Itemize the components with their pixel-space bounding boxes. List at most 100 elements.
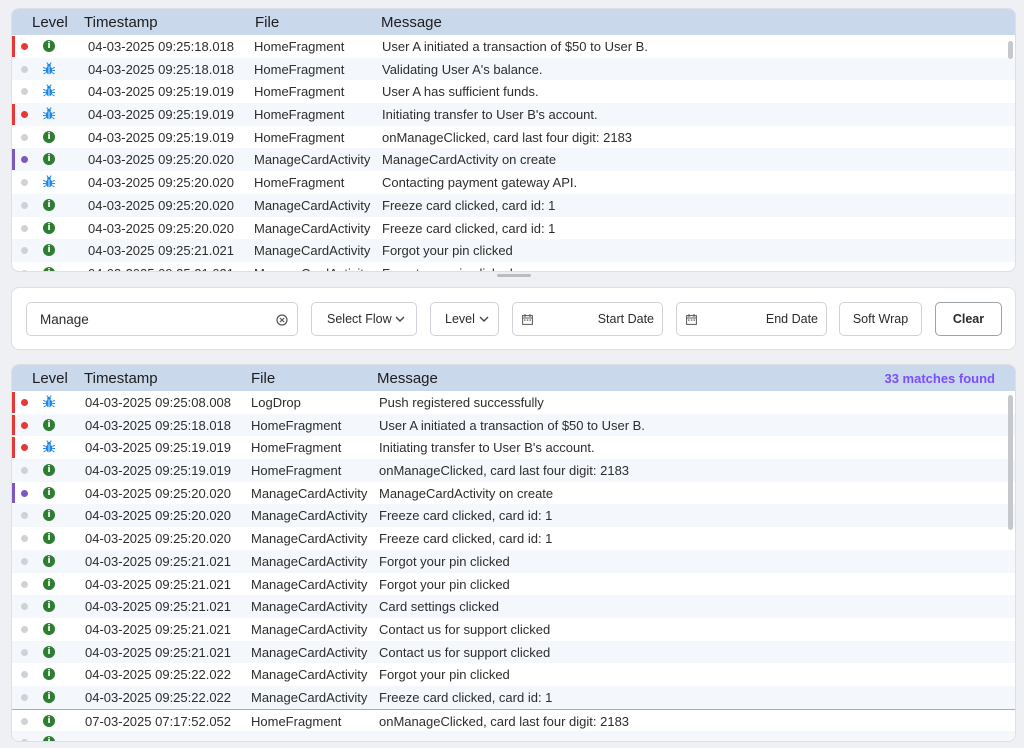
select-flow-dropdown[interactable]: Select Flow	[311, 302, 417, 336]
table-row[interactable]: 04-03-2025 09:25:19.019 HomeFragment Initi…	[12, 436, 1015, 459]
cell-timestamp: 04-03-2025 09:25:21.021	[85, 553, 232, 569]
bookmark-dot[interactable]	[21, 65, 28, 73]
info-icon: i	[43, 554, 55, 567]
table-row[interactable]: i 04-03-2025 09:25:20.020 ManageCardActivi…	[12, 217, 1015, 240]
table-row[interactable]: 04-03-2025 09:25:18.018 HomeFragment Valid…	[12, 57, 1015, 81]
calendar-icon	[522, 314, 533, 325]
bookmark-dot[interactable]	[21, 739, 28, 741]
clear-search-icon[interactable]	[276, 314, 288, 326]
bookmark-dot[interactable]	[21, 489, 28, 497]
column-header-level[interactable]: Level	[32, 370, 68, 387]
bookmark-dot[interactable]	[21, 512, 28, 520]
table-row[interactable]: 04-03-2025 09:25:20.020 HomeFragment Conta…	[12, 171, 1015, 194]
bookmark-dot[interactable]	[21, 603, 28, 611]
resize-handle[interactable]	[497, 274, 531, 277]
cell-file: LogDrop	[251, 395, 301, 410]
table-row[interactable]: i 04-03-2025 09:25:20.020 ManageCardActivi…	[12, 504, 1015, 528]
search-input[interactable]: Manage	[26, 302, 298, 336]
table-row[interactable]: i 04-03-2025 09:25:20.020 ManageCardActivi…	[12, 527, 1015, 550]
table-body[interactable]: 04-03-2025 09:25:08.008 LogDrop Push regis…	[12, 391, 1015, 741]
table-row[interactable]: i 04-03-2025 09:25:21.021 ManageCardActivi…	[12, 239, 1015, 262]
table-row[interactable]: i 04-03-2025 09:25:21.021 ManageCardActivi…	[12, 640, 1015, 664]
table-row[interactable]: i 04-03-2025 09:25:22.022 ManageCardActivi…	[12, 663, 1015, 686]
table-row[interactable]: i 04-03-2025 09:25:19.019 HomeFragment onMa…	[12, 459, 1015, 482]
cell-timestamp: 04-03-2025 09:25:20.020	[88, 197, 235, 213]
info-icon: i	[43, 40, 55, 52]
bookmark-dot[interactable]	[21, 224, 28, 232]
cell-message: Validating User A's balance.	[382, 61, 543, 77]
bookmark-dot[interactable]	[21, 535, 28, 543]
bookmark-dot[interactable]	[21, 625, 28, 633]
bookmark-dot[interactable]	[21, 269, 28, 271]
start-date-input[interactable]: Start Date	[512, 302, 663, 336]
bookmark-dot[interactable]	[21, 201, 28, 209]
cell-file: ManageCardActivity	[251, 689, 368, 705]
column-header-timestamp[interactable]: Timestamp	[84, 370, 158, 387]
table-row[interactable]: i 04-03-2025 09:25:21.021 ManageCardActivi…	[12, 262, 1015, 271]
table-body[interactable]: i 04-03-2025 09:25:18.018 HomeFragment User…	[12, 35, 1015, 271]
column-header-timestamp[interactable]: Timestamp	[84, 14, 158, 31]
clear-button[interactable]: Clear	[935, 302, 1002, 336]
bookmark-dot[interactable]	[21, 648, 28, 656]
table-row[interactable]: i 04-03-2025 09:25:21.021 ManageCardActivi…	[12, 595, 1015, 618]
info-icon: i	[43, 668, 55, 681]
table-row[interactable]: i 04-03-2025 09:25:18.018 HomeFragment User…	[12, 35, 1015, 58]
table-row[interactable]: i 04-03-2025 09:25:20.020 ManageCardActivi…	[12, 193, 1015, 217]
level-dropdown[interactable]: Level	[430, 302, 499, 336]
table-row[interactable]: i 04-03-2025 09:25:21.021 ManageCardActivi…	[12, 549, 1015, 573]
bookmark-dot[interactable]	[21, 717, 28, 725]
column-header-level[interactable]: Level	[32, 14, 68, 31]
table-row[interactable]: i 04-03-2025 09:25:19.019 HomeFragment onMa…	[12, 126, 1015, 149]
bookmark-dot[interactable]	[21, 111, 28, 119]
bookmark-dot[interactable]	[21, 43, 28, 50]
log-table: Level Timestamp File Message i 04-03-2025…	[11, 8, 1016, 272]
filtered-log-table: Level Timestamp File Message 33 matches …	[11, 364, 1016, 742]
bookmark-dot[interactable]	[21, 467, 28, 475]
search-input-value[interactable]: Manage	[40, 312, 89, 327]
cell-timestamp: 04-03-2025 09:25:18.018	[88, 39, 235, 54]
cell-file: ManageCardActivity	[251, 576, 368, 592]
row-marker	[12, 149, 15, 171]
bookmark-dot[interactable]	[21, 179, 28, 187]
bookmark-dot[interactable]	[21, 671, 28, 679]
bookmark-dot[interactable]	[21, 693, 28, 701]
bookmark-dot[interactable]	[21, 133, 28, 141]
end-date-input[interactable]: End Date	[676, 302, 827, 336]
table-row[interactable]: i 04-03-2025 09:25:22.022 ManageCardActivi…	[12, 685, 1015, 709]
soft-wrap-button[interactable]: Soft Wrap	[839, 302, 922, 336]
table-row[interactable]: i 04-03-2025 09:25:21.021 ManageCardActivi…	[12, 618, 1015, 641]
table-row[interactable]: i 07-03-2025 07:17:52.052 HomeFragment onMa…	[12, 708, 1015, 732]
column-header-file[interactable]: File	[255, 14, 279, 31]
column-header-message[interactable]: Message	[381, 14, 442, 31]
table-row[interactable]: i 04-03-2025 09:25:20.020 ManageCardActivi…	[12, 482, 1015, 505]
cell-message: Initiating transfer to User B's account.	[379, 440, 595, 456]
bookmark-dot[interactable]	[21, 421, 28, 429]
table-row[interactable]: i 04-03-2025 09:25:18.018 HomeFragment User…	[12, 413, 1015, 437]
table-row[interactable]: 04-03-2025 09:25:08.008 LogDrop Push regis…	[12, 391, 1015, 414]
bookmark-dot[interactable]	[21, 399, 28, 406]
table-row[interactable]: i 04-03-2025 09:25:21.021 ManageCardActivi…	[12, 573, 1015, 596]
bookmark-dot[interactable]	[21, 557, 28, 565]
bookmark-dot[interactable]	[21, 580, 28, 588]
scrollbar-thumb[interactable]	[1008, 395, 1013, 530]
matches-count: 33 matches found	[884, 371, 995, 386]
bookmark-dot[interactable]	[21, 247, 28, 255]
info-icon: i	[43, 714, 55, 727]
bookmark-dot[interactable]	[21, 156, 28, 164]
table-row[interactable]: i 04-03-2025 09:25:20.020 ManageCardActivi…	[12, 148, 1015, 172]
scrollbar[interactable]	[1005, 35, 1015, 271]
scrollbar-thumb[interactable]	[1008, 41, 1013, 59]
bug-icon	[42, 84, 56, 97]
column-header-file[interactable]: File	[251, 370, 275, 387]
cell-message: Forgot your pin clicked	[379, 553, 510, 569]
scrollbar[interactable]	[1005, 391, 1015, 741]
table-row[interactable]: i	[12, 731, 1015, 741]
column-header-message[interactable]: Message	[377, 370, 438, 387]
bookmark-dot[interactable]	[21, 88, 28, 96]
table-row[interactable]: 04-03-2025 09:25:19.019 HomeFragment User …	[12, 80, 1015, 103]
cell-message: Forgot your pin clicked	[382, 243, 513, 259]
table-row[interactable]: 04-03-2025 09:25:19.019 HomeFragment Initi…	[12, 103, 1015, 126]
cell-timestamp: 04-03-2025 09:25:08.008	[85, 395, 232, 410]
bookmark-dot[interactable]	[21, 444, 28, 452]
info-level-cell: i	[42, 486, 56, 500]
